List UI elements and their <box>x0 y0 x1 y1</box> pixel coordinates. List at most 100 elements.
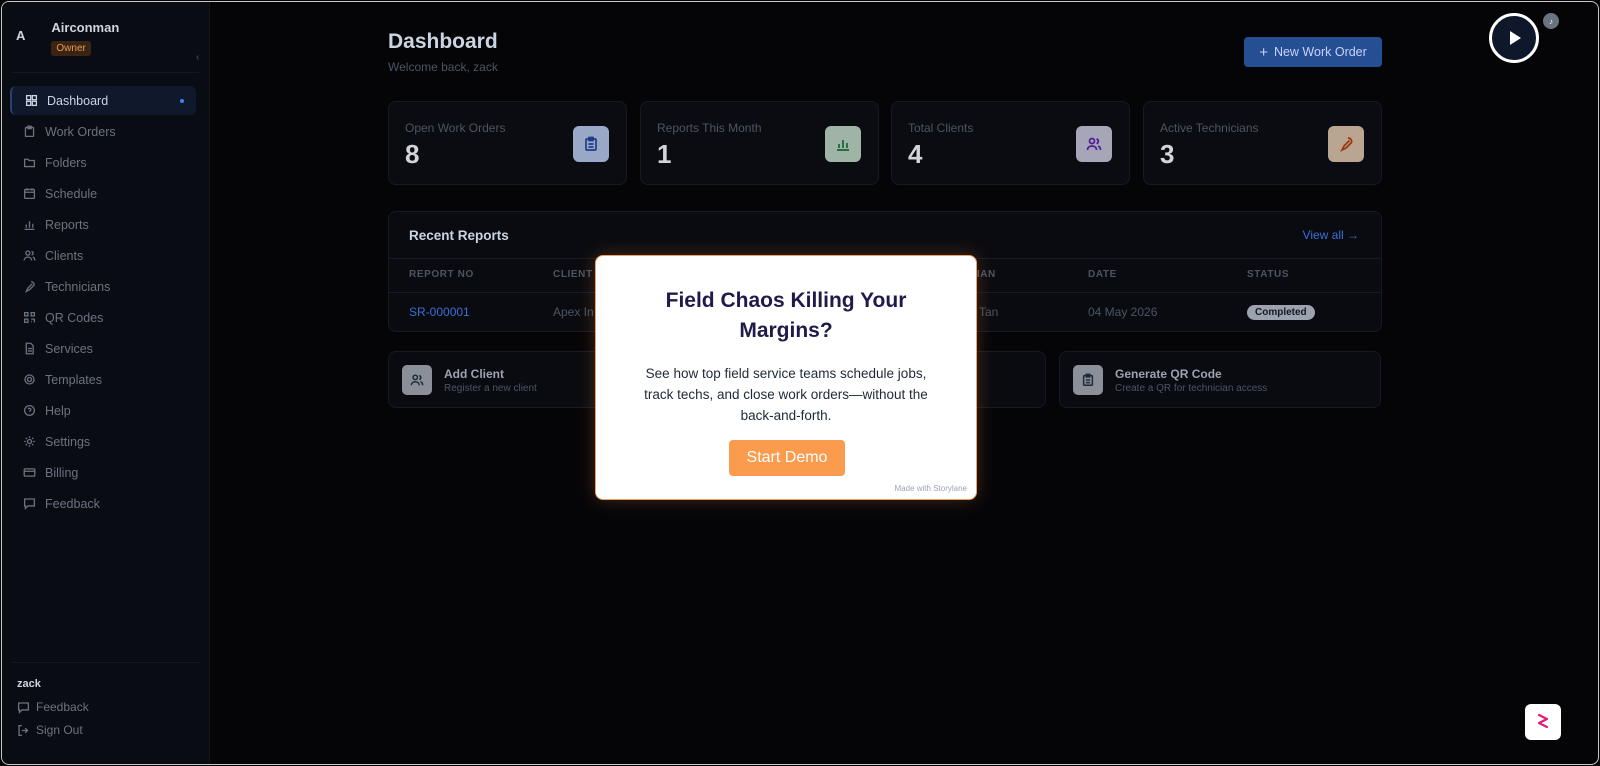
sidebar-nav: Dashboard Work Orders Folders Schedule R… <box>10 86 196 520</box>
active-indicator <box>180 98 184 103</box>
sidebar-item-label: Reports <box>45 217 89 232</box>
stat-label: Total Clients <box>908 121 974 135</box>
users-icon <box>22 249 36 263</box>
sidebar-item-label: Services <box>45 341 93 356</box>
help-circle-icon <box>22 404 36 418</box>
wrench-icon <box>22 280 36 294</box>
stat-value: 1 <box>657 139 672 169</box>
play-icon <box>1510 31 1521 45</box>
stat-card-active-technicians: Active Technicians 3 <box>1143 101 1382 185</box>
sidebar-item-label: Technicians <box>45 279 111 294</box>
action-title: Add Client <box>444 367 504 381</box>
sidebar-item-label: Billing <box>45 465 79 480</box>
new-work-order-button[interactable]: + New Work Order <box>1244 37 1382 67</box>
new-work-order-label: New Work Order <box>1273 45 1367 59</box>
bar-chart-icon <box>825 126 861 162</box>
sidebar-item-label: Feedback <box>45 496 100 511</box>
gear-icon <box>22 435 36 449</box>
app-frame: A Airconman Owner ‹ Dashboard Work Order… <box>1 1 1599 765</box>
modal-body: See how top field service teams schedule… <box>644 366 928 423</box>
footer-feedback-link[interactable]: Feedback <box>17 700 89 714</box>
role-badge: Owner <box>51 41 91 56</box>
action-subtitle: Register a new client <box>444 383 537 394</box>
sidebar-item-label: Work Orders <box>45 124 116 139</box>
panel-title: Recent Reports <box>409 228 509 243</box>
page-title: Dashboard <box>388 30 498 53</box>
action-title: Generate QR Code <box>1115 367 1222 381</box>
sidebar-item-dashboard[interactable]: Dashboard <box>10 86 196 115</box>
column-header: STATUS <box>1247 269 1290 280</box>
sidebar-item-label: Settings <box>45 434 91 449</box>
users-icon <box>402 365 432 395</box>
sidebar-item-clients[interactable]: Clients <box>10 241 196 270</box>
column-header: CLIENT <box>553 269 593 280</box>
sign-out-link[interactable]: Sign Out <box>17 723 83 737</box>
report-technician: Tan <box>979 305 999 319</box>
made-with-storylane[interactable]: Made with Storylane <box>895 484 967 493</box>
stat-card-total-clients: Total Clients 4 <box>891 101 1130 185</box>
collapse-sidebar-icon[interactable]: ‹ <box>196 52 199 63</box>
clipboard-icon <box>1073 365 1103 395</box>
sidebar-item-label: Templates <box>45 372 102 387</box>
sidebar-item-billing[interactable]: Billing <box>10 458 196 487</box>
sidebar-item-reports[interactable]: Reports <box>10 210 196 239</box>
sidebar-item-schedule[interactable]: Schedule <box>10 179 196 208</box>
action-subtitle: Create a QR for technician access <box>1115 383 1268 394</box>
stat-label: Active Technicians <box>1160 121 1259 135</box>
stat-card-open-work-orders: Open Work Orders 8 <box>388 101 627 185</box>
message-icon <box>22 497 36 511</box>
stat-value: 8 <box>405 139 420 169</box>
clipboard-icon <box>22 125 36 139</box>
credit-card-icon <box>22 466 36 480</box>
sign-out-label: Sign Out <box>36 723 83 737</box>
sidebar-item-label: Dashboard <box>47 93 109 108</box>
welcome-subtitle: Welcome back, zack <box>388 60 498 74</box>
sidebar-item-feedback[interactable]: Feedback <box>10 489 196 518</box>
play-button[interactable] <box>1489 13 1539 63</box>
status-badge: Completed <box>1247 305 1315 320</box>
divider <box>12 662 199 663</box>
sidebar-item-label: Schedule <box>45 186 98 201</box>
storylane-logo-icon[interactable] <box>1525 704 1561 740</box>
sidebar-item-services[interactable]: Services <box>10 334 196 363</box>
current-user-name: zack <box>17 678 41 690</box>
demo-modal: Field Chaos Killing Your Margins? See ho… <box>595 255 977 500</box>
sidebar-item-technicians[interactable]: Technicians <box>10 272 196 301</box>
stat-value: 3 <box>1160 139 1175 169</box>
company-name: Airconman <box>51 20 120 35</box>
sidebar-item-label: QR Codes <box>45 310 104 325</box>
brand-avatar-letter: A <box>16 28 26 43</box>
settings-gear-icon <box>22 373 36 387</box>
sidebar: A Airconman Owner ‹ Dashboard Work Order… <box>2 2 210 764</box>
sidebar-item-folders[interactable]: Folders <box>10 148 196 177</box>
report-client: Apex In <box>553 305 594 319</box>
sound-icon[interactable]: ♪ <box>1543 13 1559 29</box>
sidebar-item-work-orders[interactable]: Work Orders <box>10 117 196 146</box>
calendar-icon <box>22 187 36 201</box>
start-demo-button[interactable]: Start Demo <box>729 440 845 476</box>
report-number-link[interactable]: SR-000001 <box>409 305 470 319</box>
sidebar-item-label: Clients <box>45 248 84 263</box>
clipboard-icon <box>573 126 609 162</box>
sidebar-item-qr-codes[interactable]: QR Codes <box>10 303 196 332</box>
sidebar-item-label: Help <box>45 403 71 418</box>
sidebar-item-help[interactable]: Help <box>10 396 196 425</box>
footer-feedback-label: Feedback <box>36 700 89 714</box>
grid-icon <box>24 94 38 108</box>
generate-qr-code-card[interactable]: Generate QR Code Create a QR for technic… <box>1059 351 1381 408</box>
brand: A Airconman Owner <box>16 20 119 56</box>
document-icon <box>22 342 36 356</box>
stat-label: Open Work Orders <box>405 121 506 135</box>
sidebar-item-templates[interactable]: Templates <box>10 365 196 394</box>
view-all-link[interactable]: View all → <box>1303 228 1359 242</box>
sidebar-item-settings[interactable]: Settings <box>10 427 196 456</box>
stat-card-reports-this-month: Reports This Month 1 <box>640 101 879 185</box>
stat-value: 4 <box>908 139 923 169</box>
users-icon <box>1076 126 1112 162</box>
stat-label: Reports This Month <box>657 121 762 135</box>
column-header: REPORT NO <box>409 269 474 280</box>
message-icon <box>17 701 30 714</box>
divider <box>12 72 199 73</box>
folder-icon <box>22 156 36 170</box>
bar-chart-icon <box>22 218 36 232</box>
